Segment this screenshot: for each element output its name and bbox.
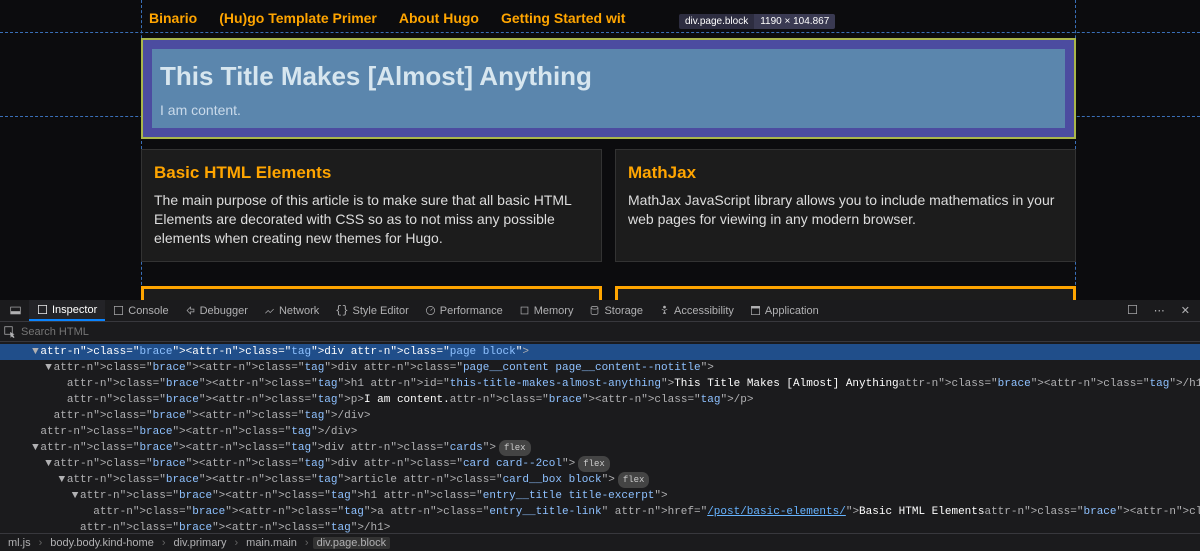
site-nav: Binario (Hu)go Template Primer About Hug… bbox=[141, 0, 1076, 36]
markup-pane: + ▼attr-n">class="brace"><attr-n">class=… bbox=[0, 322, 1200, 551]
close-devtools-icon[interactable]: ✕ bbox=[1173, 304, 1198, 317]
card-body: MathJax JavaScript library allows you to… bbox=[628, 191, 1063, 229]
devtools-panel: Inspector Console Debugger Network {}Sty… bbox=[0, 300, 1200, 551]
nav-link[interactable]: Getting Started wit bbox=[501, 10, 625, 26]
browser-viewport: Binario (Hu)go Template Primer About Hug… bbox=[0, 0, 1200, 300]
nav-link[interactable]: (Hu)go Template Primer bbox=[219, 10, 377, 26]
card-title[interactable]: Basic HTML Elements bbox=[154, 163, 589, 183]
card-placeholder bbox=[141, 286, 602, 300]
element-picker-icon[interactable] bbox=[3, 325, 17, 339]
tab-console[interactable]: Console bbox=[105, 300, 176, 321]
tab-debugger[interactable]: Debugger bbox=[177, 300, 256, 321]
dock-toggle-icon[interactable] bbox=[2, 300, 29, 321]
devtools-toolbar: Inspector Console Debugger Network {}Sty… bbox=[0, 300, 1200, 322]
tab-memory[interactable]: Memory bbox=[511, 300, 582, 321]
tab-accessibility[interactable]: Accessibility bbox=[651, 300, 742, 321]
dock-options-icon[interactable] bbox=[1119, 304, 1146, 315]
card-placeholder bbox=[615, 286, 1076, 300]
card-body: The main purpose of this article is to m… bbox=[154, 191, 589, 248]
tab-storage[interactable]: Storage bbox=[581, 300, 651, 321]
breadcrumbs[interactable]: ml.js›body.body.kind-home›div.primary›ma… bbox=[0, 533, 1200, 551]
page-content: I am content. bbox=[160, 102, 1057, 118]
cards-row: Basic HTML Elements The main purpose of … bbox=[141, 149, 1076, 262]
card[interactable]: MathJax MathJax JavaScript library allow… bbox=[615, 149, 1076, 262]
tab-inspector[interactable]: Inspector bbox=[29, 300, 105, 321]
dom-tree[interactable]: ▼attr-n">class="brace"><attr-n">class="t… bbox=[0, 342, 1200, 533]
page-title: This Title Makes [Almost] Anything bbox=[160, 61, 1057, 92]
search-html-input[interactable] bbox=[17, 326, 1200, 338]
card-title[interactable]: MathJax bbox=[628, 163, 1063, 183]
element-info-tooltip: div.page.block 1190 × 104.867 bbox=[679, 14, 835, 29]
tab-network[interactable]: Network bbox=[256, 300, 327, 321]
card[interactable]: Basic HTML Elements The main purpose of … bbox=[141, 149, 602, 262]
tab-style-editor[interactable]: {}Style Editor bbox=[327, 300, 416, 321]
overflow-menu-icon[interactable]: ⋯ bbox=[1146, 304, 1173, 317]
tab-performance[interactable]: Performance bbox=[417, 300, 511, 321]
tab-application[interactable]: Application bbox=[742, 300, 827, 321]
nav-brand[interactable]: Binario bbox=[149, 10, 197, 26]
nav-link[interactable]: About Hugo bbox=[399, 10, 479, 26]
highlighted-element: This Title Makes [Almost] Anything I am … bbox=[141, 38, 1076, 139]
